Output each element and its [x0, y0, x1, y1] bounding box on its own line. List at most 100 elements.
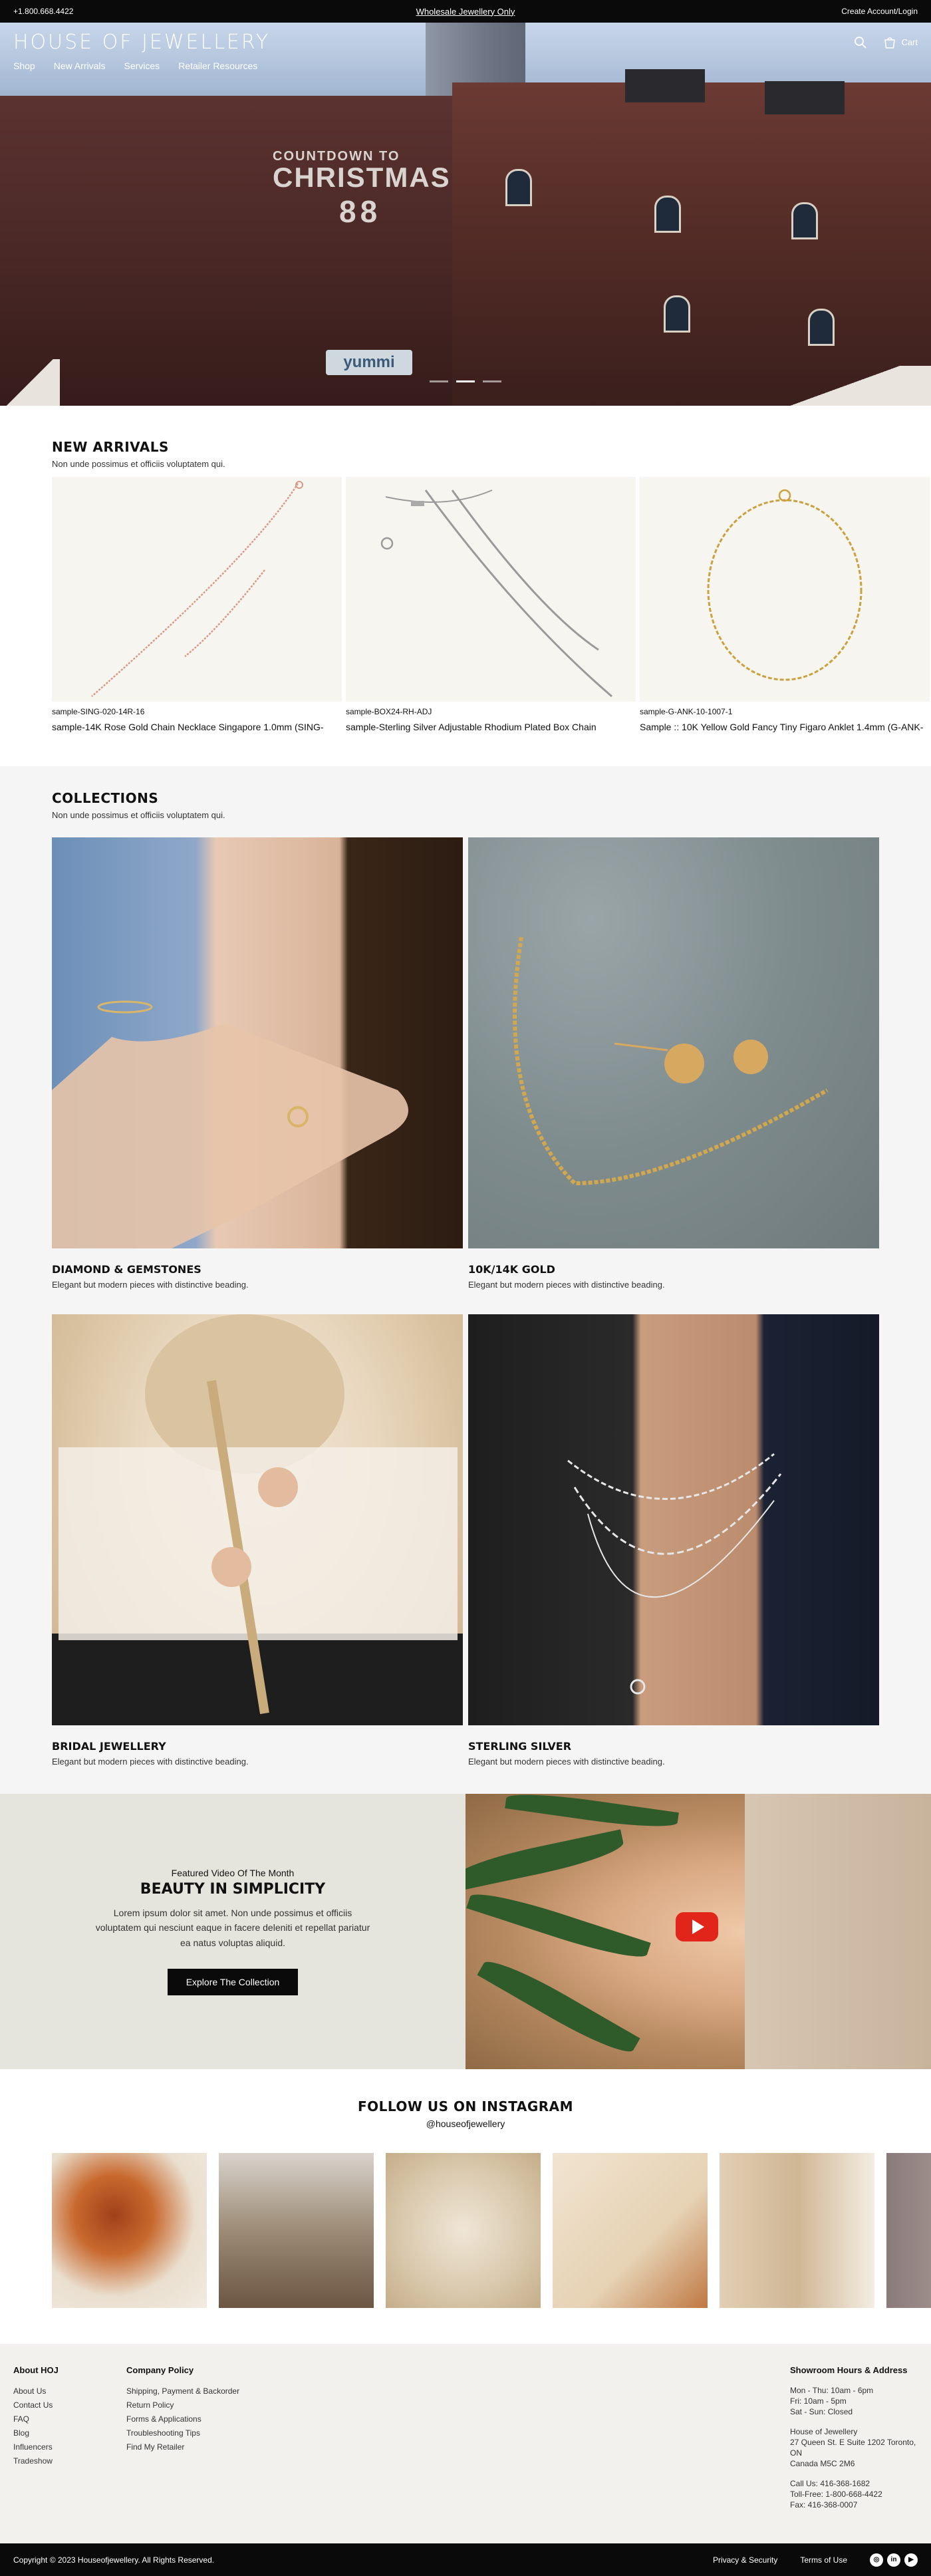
- instagram-icon[interactable]: ◎: [870, 2553, 883, 2567]
- product-name[interactable]: sample-Sterling Silver Adjustable Rhodiu…: [346, 722, 636, 732]
- footer-link-forms[interactable]: Forms & Applications: [126, 2414, 201, 2424]
- showroom-street: 27 Queen St. E Suite 1202 Toronto,: [790, 2438, 916, 2447]
- explore-collection-button[interactable]: Explore The Collection: [167, 1969, 299, 1996]
- footer-link-blog[interactable]: Blog: [13, 2428, 29, 2438]
- footer-link-influencers[interactable]: Influencers: [13, 2442, 53, 2452]
- video-kicker: Featured Video Of The Month: [171, 1867, 295, 1878]
- product-card[interactable]: sample-G-ANK-10-1007-1 Sample :: 10K Yel…: [640, 477, 930, 732]
- footer-link-troubleshooting[interactable]: Troubleshooting Tips: [126, 2428, 200, 2438]
- instagram-post[interactable]: [720, 2153, 874, 2308]
- product-image[interactable]: [346, 477, 636, 702]
- collections-subtitle: Non unde possimus et officiis voluptatem…: [52, 810, 225, 820]
- slider-dot[interactable]: [430, 380, 448, 382]
- collection-card-diamond[interactable]: DIAMOND & GEMSTONES Elegant but modern p…: [52, 837, 463, 1314]
- hero-window: [791, 202, 818, 239]
- bottom-bar: Copyright © 2023 Houseofjewellery. All R…: [0, 2543, 931, 2576]
- product-name[interactable]: Sample :: 10K Yellow Gold Fancy Tiny Fig…: [640, 722, 930, 732]
- footer-link-return-policy[interactable]: Return Policy: [126, 2400, 174, 2410]
- collection-title[interactable]: DIAMOND & GEMSTONES: [52, 1263, 463, 1276]
- cart-label: Cart: [901, 37, 918, 47]
- main-menu: Shop New Arrivals Services Retailer Reso…: [13, 61, 918, 71]
- collection-card-bridal[interactable]: BRIDAL JEWELLERY Elegant but modern piec…: [52, 1314, 463, 1791]
- main-header: HOUSE OF JEWELLERY Cart Shop New Arrival…: [0, 23, 931, 79]
- collection-desc: Elegant but modern pieces with distincti…: [468, 1280, 665, 1290]
- collection-image[interactable]: [52, 1314, 463, 1725]
- account-login-link[interactable]: Create Account/Login: [841, 7, 918, 16]
- gold-anklet-illustration: [707, 489, 863, 681]
- video-player[interactable]: [466, 1794, 931, 2069]
- slider-dot[interactable]: [483, 380, 501, 382]
- footer-showroom-title: Showroom Hours & Address: [790, 2365, 908, 2375]
- footer-about-column: About HOJ About Us Contact Us FAQ Blog I…: [13, 2365, 59, 2468]
- footer-link-tradeshow[interactable]: Tradeshow: [13, 2456, 53, 2466]
- footer-link-about-us[interactable]: About Us: [13, 2386, 46, 2396]
- bridal-bouquet-illustration: [52, 1314, 463, 1725]
- privacy-link[interactable]: Privacy & Security: [713, 2555, 777, 2565]
- menu-item-retailer-resources[interactable]: Retailer Resources: [178, 61, 257, 71]
- hero-window: [664, 295, 690, 333]
- footer-link-find-retailer[interactable]: Find My Retailer: [126, 2442, 184, 2452]
- hero-tent: [785, 366, 931, 406]
- collection-image[interactable]: [468, 837, 879, 1248]
- search-icon[interactable]: [853, 35, 868, 50]
- footer: About HOJ About Us Contact Us FAQ Blog I…: [0, 2344, 931, 2543]
- showroom-tollfree[interactable]: Toll-Free: 1-800-668-4422: [790, 2490, 882, 2499]
- collection-title[interactable]: 10K/14K GOLD: [468, 1263, 879, 1276]
- instagram-post[interactable]: [886, 2153, 931, 2308]
- terms-link[interactable]: Terms of Use: [800, 2555, 847, 2565]
- site-logo[interactable]: HOUSE OF JEWELLERY: [13, 31, 270, 54]
- instagram-section: FOLLOW US ON INSTAGRAM @houseofjewellery: [0, 2069, 931, 2344]
- product-card[interactable]: sample-SING-020-14R-16 sample-14K Rose G…: [52, 477, 342, 732]
- showroom-hours-weekday: Mon - Thu: 10am - 6pm: [790, 2386, 874, 2395]
- footer-policy-column: Company Policy Shipping, Payment & Backo…: [126, 2365, 239, 2454]
- product-name[interactable]: sample-14K Rose Gold Chain Necklace Sing…: [52, 722, 342, 732]
- collection-image[interactable]: [468, 1314, 879, 1725]
- hero-window: [654, 196, 681, 233]
- collection-desc: Elegant but modern pieces with distincti…: [468, 1757, 665, 1767]
- rose-gold-chain-illustration: [91, 481, 303, 697]
- hero-window: [808, 309, 835, 346]
- collection-title[interactable]: STERLING SILVER: [468, 1740, 879, 1753]
- phone-link[interactable]: +1.800.668.4422: [13, 7, 73, 16]
- menu-item-shop[interactable]: Shop: [13, 61, 35, 71]
- showroom-call[interactable]: Call Us: 416-368-1682: [790, 2479, 870, 2488]
- collection-title[interactable]: BRIDAL JEWELLERY: [52, 1740, 463, 1753]
- instagram-handle[interactable]: @houseofjewellery: [0, 2118, 931, 2129]
- product-card[interactable]: sample-BOX24-RH-ADJ sample-Sterling Silv…: [346, 477, 636, 732]
- footer-link-faq[interactable]: FAQ: [13, 2414, 29, 2424]
- video-thumbnail-leaf: [505, 1794, 679, 1832]
- wholesale-link[interactable]: Wholesale Jewellery Only: [416, 7, 515, 17]
- product-image[interactable]: [640, 477, 930, 702]
- instagram-post[interactable]: [219, 2153, 374, 2308]
- footer-link-contact-us[interactable]: Contact Us: [13, 2400, 53, 2410]
- youtube-icon[interactable]: ▶: [904, 2553, 918, 2567]
- collection-card-gold[interactable]: 10K/14K GOLD Elegant but modern pieces w…: [468, 837, 879, 1314]
- social-links: ◎ in ▶: [870, 2553, 918, 2567]
- menu-item-services[interactable]: Services: [124, 61, 160, 71]
- instagram-post[interactable]: [52, 2153, 207, 2308]
- video-text: Lorem ipsum dolor sit amet. Non unde pos…: [95, 1907, 370, 1948]
- slider-dots: [430, 380, 501, 382]
- menu-item-new-arrivals[interactable]: New Arrivals: [54, 61, 106, 71]
- linkedin-icon[interactable]: in: [887, 2553, 900, 2567]
- cart-button[interactable]: Cart: [882, 35, 918, 50]
- youtube-play-icon[interactable]: [676, 1912, 718, 1941]
- product-image[interactable]: [52, 477, 342, 702]
- instagram-post[interactable]: [553, 2153, 708, 2308]
- footer-about-title: About HOJ: [13, 2365, 59, 2375]
- new-arrivals-subtitle: Non unde possimus et officiis voluptatem…: [52, 459, 225, 469]
- video-thumbnail-hair: [745, 1794, 931, 2069]
- collections-section: COLLECTIONS Non unde possimus et officii…: [0, 766, 931, 1794]
- collection-card-silver[interactable]: STERLING SILVER Elegant but modern piece…: [468, 1314, 879, 1791]
- slider-dot-active[interactable]: [456, 380, 475, 382]
- footer-policy-title: Company Policy: [126, 2365, 194, 2375]
- product-sku: sample-G-ANK-10-1007-1: [640, 707, 733, 716]
- showroom-province: ON: [790, 2448, 802, 2458]
- collection-image[interactable]: [52, 837, 463, 1248]
- hero-tent: [0, 359, 60, 406]
- product-carousel: sample-SING-020-14R-16 sample-14K Rose G…: [52, 477, 931, 732]
- footer-link-shipping[interactable]: Shipping, Payment & Backorder: [126, 2386, 239, 2396]
- instagram-post[interactable]: [386, 2153, 541, 2308]
- product-sku: sample-BOX24-RH-ADJ: [346, 707, 432, 716]
- featured-video-text: Featured Video Of The Month BEAUTY IN SI…: [0, 1794, 466, 2069]
